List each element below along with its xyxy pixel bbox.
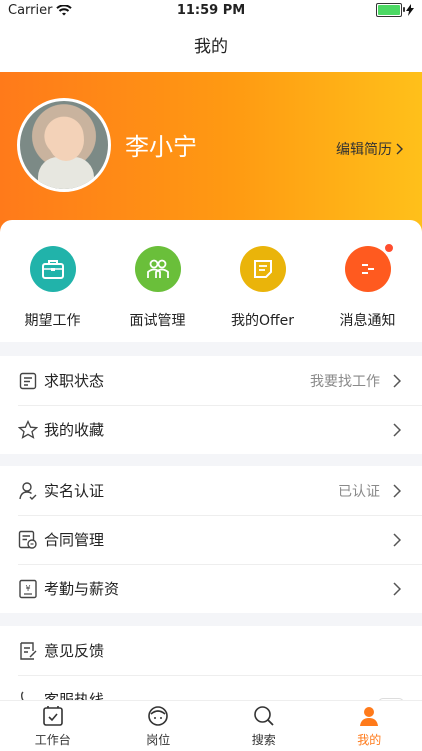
tab-label: 工作台: [35, 731, 71, 748]
chevron-right-icon: [390, 423, 404, 437]
user-verify-icon: [18, 481, 38, 501]
tab-mine[interactable]: 我的: [317, 701, 422, 751]
feedback-icon: [18, 641, 38, 661]
quick-offer[interactable]: 我的Offer: [210, 246, 315, 330]
chevron-right-icon: [395, 143, 403, 155]
chevron-right-icon: [390, 484, 404, 498]
list-item-feedback[interactable]: 意见反馈: [0, 626, 422, 675]
edit-resume-button[interactable]: 编辑简历: [336, 139, 403, 159]
chevron-right-icon: [390, 533, 404, 547]
row-label: 考勤与薪资: [44, 578, 390, 599]
quick-label: 面试管理: [105, 310, 210, 330]
search-icon: [253, 705, 275, 727]
document-icon: [240, 246, 286, 292]
row-value: 已认证: [338, 481, 380, 501]
quick-interview[interactable]: 面试管理: [105, 246, 210, 330]
nav-bar: 我的: [0, 22, 422, 72]
tab-jobs[interactable]: 岗位: [106, 701, 212, 751]
salary-icon: ¥: [18, 579, 38, 599]
row-label: 意见反馈: [44, 640, 404, 661]
row-label: 求职状态: [44, 370, 310, 391]
status-time: 11:59 PM: [0, 3, 422, 18]
status-bar: Carrier 11:59 PM: [0, 0, 422, 22]
tab-bar: 工作台 岗位 搜索 我的: [0, 700, 422, 751]
quick-label: 期望工作: [0, 310, 105, 330]
list-item-contracts[interactable]: 合同管理: [0, 515, 422, 564]
star-icon: [18, 420, 38, 440]
status-right: [376, 3, 414, 17]
tab-workbench[interactable]: 工作台: [0, 701, 106, 751]
form-icon: [18, 371, 38, 391]
tab-label: 我的: [357, 731, 381, 748]
quick-actions-card: 期望工作 面试管理 我的Offer 消息通知: [0, 220, 422, 342]
svg-text:¥: ¥: [25, 584, 30, 593]
unread-dot: [384, 243, 394, 253]
settings-section-3: 意见反馈 客服热线: [0, 626, 422, 700]
list-item-attendance-salary[interactable]: ¥ 考勤与薪资: [0, 564, 422, 613]
settings-section-1: 求职状态 我要找工作 我的收藏: [0, 356, 422, 454]
list-item-job-status[interactable]: 求职状态 我要找工作: [0, 356, 422, 405]
tab-label: 岗位: [146, 731, 170, 748]
page-title: 我的: [194, 37, 228, 57]
row-label: 客服热线: [44, 689, 404, 700]
edit-resume-label: 编辑简历: [336, 139, 392, 159]
row-label: 我的收藏: [44, 419, 390, 440]
chevron-right-icon: [390, 582, 404, 596]
tab-search[interactable]: 搜索: [211, 701, 317, 751]
list-item-favorites[interactable]: 我的收藏: [0, 405, 422, 454]
list-item-real-name[interactable]: 实名认证 已认证: [0, 466, 422, 515]
battery-icon: [376, 3, 402, 17]
quick-expected-job[interactable]: 期望工作: [0, 246, 105, 330]
workbench-icon: [42, 705, 64, 727]
row-label: 实名认证: [44, 480, 338, 501]
contract-icon: [18, 530, 38, 550]
phone-icon: [18, 690, 38, 701]
people-icon: [135, 246, 181, 292]
briefcase-icon: [30, 246, 76, 292]
tab-label: 搜索: [252, 731, 276, 748]
quick-label: 我的Offer: [210, 310, 315, 330]
row-label: 合同管理: [44, 529, 390, 550]
settings-section-2: 实名认证 已认证 合同管理 ¥ 考勤与薪资: [0, 466, 422, 613]
quick-notifications[interactable]: 消息通知: [315, 246, 420, 330]
chat-icon: [345, 246, 391, 292]
chevron-right-icon: [390, 374, 404, 388]
avatar[interactable]: [17, 98, 111, 192]
quick-label: 消息通知: [315, 310, 420, 330]
job-icon: [147, 705, 169, 727]
profile-header: 李小宁 编辑简历: [0, 72, 422, 232]
list-item-hotline[interactable]: 客服热线: [0, 675, 422, 700]
charging-icon: [406, 4, 414, 16]
profile-icon: [358, 705, 380, 727]
row-value: 我要找工作: [310, 371, 380, 391]
user-name: 李小宁: [125, 127, 197, 162]
